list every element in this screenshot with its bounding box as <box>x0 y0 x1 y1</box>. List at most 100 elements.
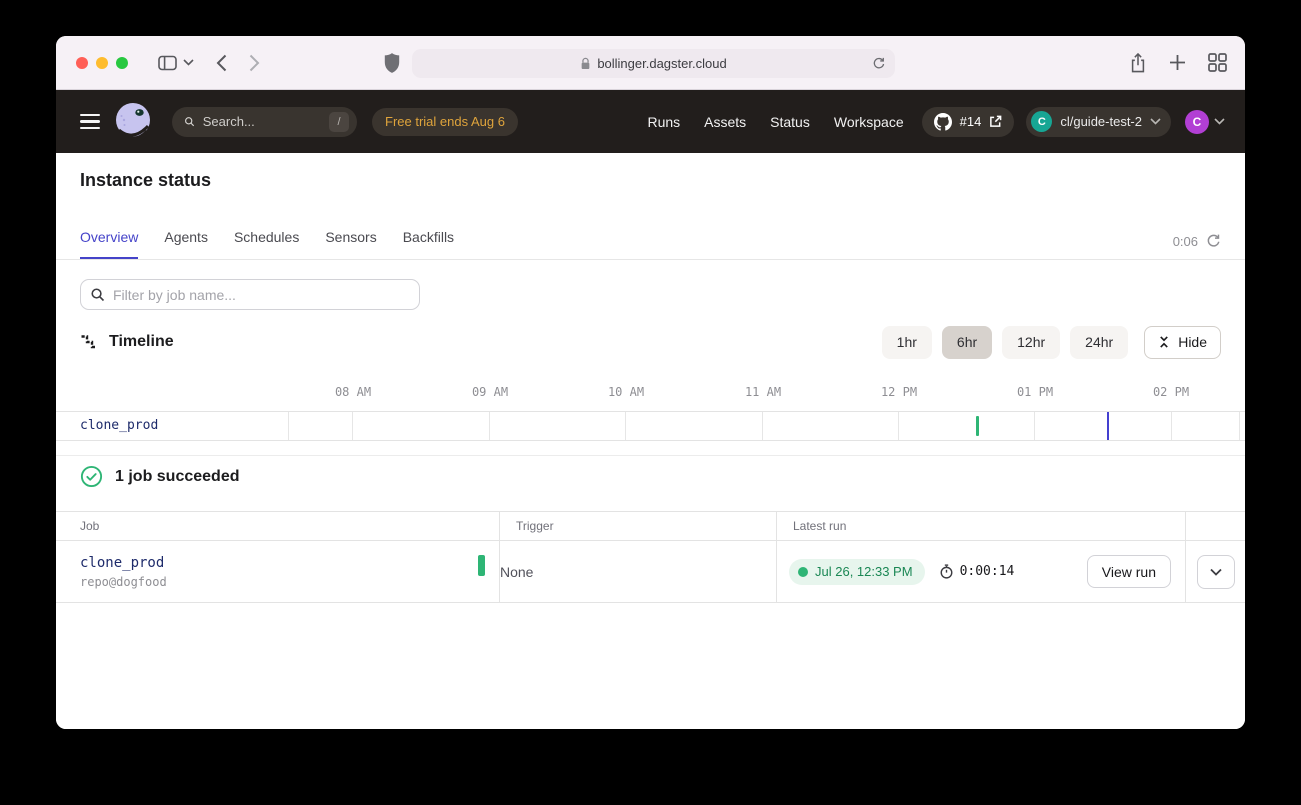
timeline-gridline <box>1171 412 1172 440</box>
chevron-down-icon <box>1150 118 1161 125</box>
minimize-window-button[interactable] <box>96 57 108 69</box>
share-icon[interactable] <box>1129 52 1147 74</box>
sidebar-chevron-down-icon[interactable] <box>183 59 194 66</box>
search-icon <box>184 114 195 129</box>
github-version-label: #14 <box>960 114 982 129</box>
timeline-run-marker[interactable] <box>976 416 979 436</box>
new-tab-icon[interactable] <box>1169 54 1186 71</box>
axis-tick: 01 PM <box>1017 385 1053 399</box>
tab-overview-icon[interactable] <box>1208 53 1227 72</box>
job-repo-label: repo@dogfood <box>80 575 167 589</box>
github-icon <box>934 113 952 131</box>
tab-overview[interactable]: Overview <box>80 229 138 259</box>
axis-tick: 10 AM <box>608 385 644 399</box>
latest-run-cell: Jul 26, 12:33 PM 0:00:14 View run <box>777 541 1186 602</box>
dagster-logo[interactable] <box>112 100 156 144</box>
url-text: bollinger.dagster.cloud <box>597 56 726 71</box>
address-bar[interactable]: bollinger.dagster.cloud <box>412 49 895 78</box>
axis-tick: 08 AM <box>335 385 371 399</box>
sidebar-toggle-icon[interactable] <box>158 55 177 71</box>
row-expand-button[interactable] <box>1197 555 1235 589</box>
timeline-gridline <box>288 412 289 440</box>
job-cell: clone_prod repo@dogfood <box>56 541 500 602</box>
stopwatch-icon <box>939 563 954 580</box>
hide-label: Hide <box>1178 334 1207 350</box>
run-success-dot <box>798 567 808 577</box>
menu-icon[interactable] <box>80 114 100 130</box>
collapse-icon <box>1158 335 1170 349</box>
page-title: Instance status <box>80 170 211 191</box>
timeline-job-label[interactable]: clone_prod <box>80 418 158 433</box>
run-duration: 0:00:14 <box>939 563 1015 580</box>
job-name-link[interactable]: clone_prod <box>80 555 164 571</box>
forward-icon[interactable] <box>249 54 260 72</box>
search-icon <box>90 287 105 302</box>
deployment-label: cl/guide-test-2 <box>1060 114 1142 129</box>
search-input[interactable] <box>203 114 321 129</box>
timeline-gridline <box>1239 412 1240 440</box>
chevron-down-icon <box>1210 568 1222 576</box>
back-icon[interactable] <box>216 54 227 72</box>
hide-timeline-button[interactable]: Hide <box>1144 326 1221 359</box>
axis-tick: 11 AM <box>745 385 781 399</box>
tab-agents[interactable]: Agents <box>164 229 208 259</box>
column-header-trigger: Trigger <box>500 512 777 540</box>
axis-tick: 02 PM <box>1153 385 1189 399</box>
timeline-gridline <box>625 412 626 440</box>
timeline-gridline <box>762 412 763 440</box>
app-header: / Free trial ends Aug 6 Runs Assets Stat… <box>56 90 1245 153</box>
github-version-badge[interactable]: #14 <box>922 107 1015 137</box>
reload-icon[interactable] <box>872 56 886 71</box>
avatar: C <box>1185 110 1209 134</box>
table-header-row: Job Trigger Latest run <box>56 511 1245 541</box>
tab-backfills[interactable]: Backfills <box>403 229 454 259</box>
timeline-row: clone_prod <box>56 411 1245 441</box>
timeline-axis: 08 AM 09 AM 10 AM 11 AM 12 PM 01 PM 02 P… <box>56 385 1245 403</box>
global-search[interactable]: / <box>172 107 357 137</box>
lock-icon <box>580 57 591 71</box>
section-divider <box>56 455 1245 456</box>
close-window-button[interactable] <box>76 57 88 69</box>
range-12hr-button[interactable]: 12hr <box>1002 326 1060 359</box>
nav-workspace[interactable]: Workspace <box>834 114 904 130</box>
range-24hr-button[interactable]: 24hr <box>1070 326 1128 359</box>
tab-sensors[interactable]: Sensors <box>325 229 376 259</box>
view-run-button[interactable]: View run <box>1087 555 1171 588</box>
column-header-latest-run: Latest run <box>777 512 1186 540</box>
row-actions-cell <box>1186 541 1245 602</box>
browser-toolbar: bollinger.dagster.cloud <box>56 36 1245 90</box>
privacy-shield-icon[interactable] <box>383 52 401 79</box>
timeline-gridline <box>352 412 353 440</box>
trial-badge: Free trial ends Aug 6 <box>372 108 518 136</box>
timeline-gridline <box>489 412 490 440</box>
timeline-gridline <box>1034 412 1035 440</box>
deployment-initial: C <box>1031 111 1052 132</box>
run-duration-value: 0:00:14 <box>960 564 1015 579</box>
search-shortcut-key: / <box>329 112 349 132</box>
tab-schedules[interactable]: Schedules <box>234 229 299 259</box>
range-6hr-button[interactable]: 6hr <box>942 326 992 359</box>
refresh-countdown: 0:06 <box>1173 234 1198 249</box>
column-header-job: Job <box>56 512 500 540</box>
user-menu[interactable]: C <box>1185 110 1225 134</box>
window-controls <box>76 57 128 69</box>
run-status-pill[interactable]: Jul 26, 12:33 PM <box>789 559 925 585</box>
trigger-cell: None <box>500 541 777 602</box>
nav-assets[interactable]: Assets <box>704 114 746 130</box>
nav-runs[interactable]: Runs <box>647 114 680 130</box>
range-1hr-button[interactable]: 1hr <box>882 326 932 359</box>
browser-window: bollinger.dagster.cloud <box>56 36 1245 729</box>
table-row: clone_prod repo@dogfood None Jul 26, 12:… <box>56 541 1245 603</box>
refresh-icon[interactable] <box>1206 233 1221 249</box>
zoom-window-button[interactable] <box>116 57 128 69</box>
instance-status-page: Instance status Overview Agents Schedule… <box>56 153 1245 729</box>
job-filter-input[interactable] <box>80 279 420 310</box>
jobs-table: Job Trigger Latest run clone_prod repo@d… <box>56 511 1245 603</box>
nav-status[interactable]: Status <box>770 114 810 130</box>
timeline-gridline <box>898 412 899 440</box>
current-time-marker <box>1107 412 1109 440</box>
deployment-switcher[interactable]: C cl/guide-test-2 <box>1026 107 1171 137</box>
timeline-title: Timeline <box>109 333 174 351</box>
axis-tick: 09 AM <box>472 385 508 399</box>
external-link-icon <box>989 115 1002 128</box>
